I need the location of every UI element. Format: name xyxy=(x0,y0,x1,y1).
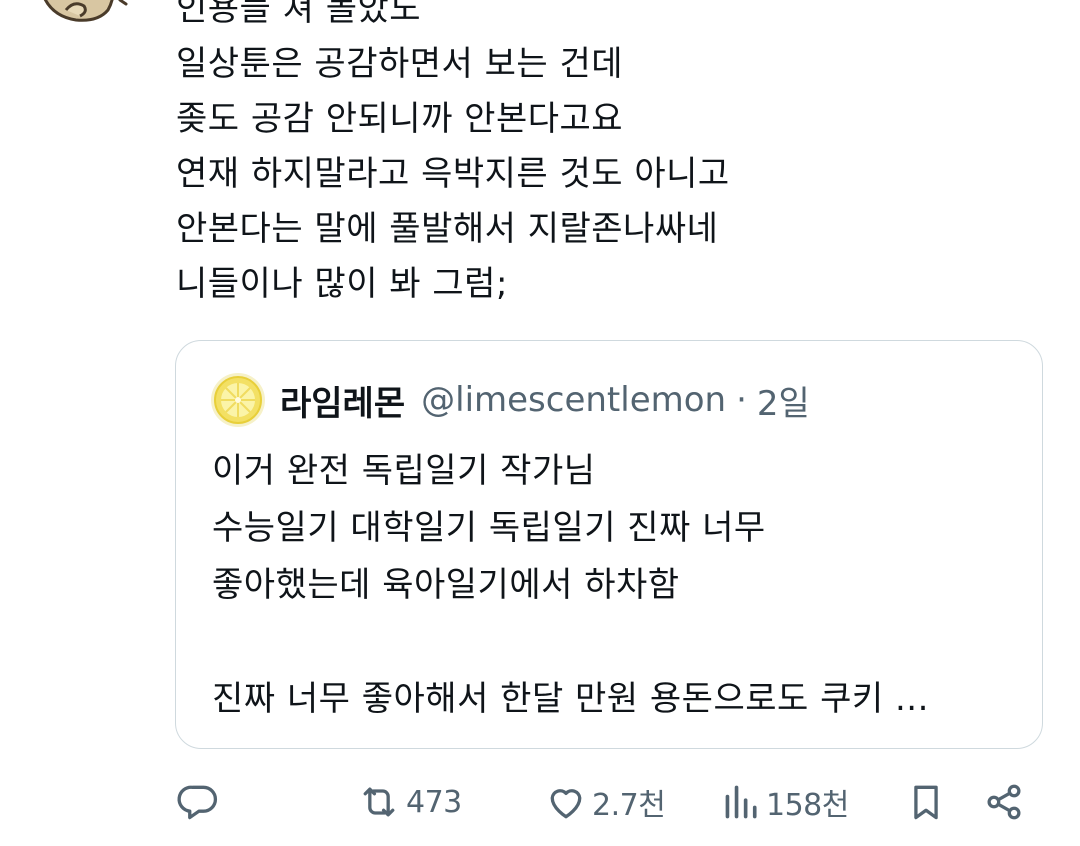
quoted-line: 좋아했는데 육아일기에서 하차함 xyxy=(212,565,680,605)
quoted-author-avatar[interactable] xyxy=(210,372,266,428)
reply-button[interactable] xyxy=(176,780,220,824)
separator-dot: · xyxy=(736,380,747,420)
quoted-author-handle[interactable]: @limescentlemon xyxy=(421,380,726,420)
quoted-line: 수능일기 대학일기 독립일기 진짜 너무 xyxy=(212,508,766,548)
quoted-tweet-header: 라임레몬 @limescentlemon · 2일 xyxy=(210,371,810,429)
tweet-line: 좆도 공감 안되니까 안본다고요 xyxy=(176,99,624,139)
tweet-line: 안본다는 말에 풀발해서 지랄존나싸네 xyxy=(176,209,719,249)
like-button[interactable]: 2.7천 xyxy=(544,780,666,824)
views-count: 158천 xyxy=(766,788,849,823)
retweet-count: 473 xyxy=(406,784,462,820)
author-avatar[interactable] xyxy=(36,0,136,44)
tweet-line: 연재 하지말라고 윽박지른 것도 아니고 xyxy=(176,154,730,194)
bookmark-button[interactable] xyxy=(904,780,948,824)
quoted-line: 이거 완전 독립일기 작가님 xyxy=(212,451,596,491)
retweet-icon xyxy=(356,780,402,824)
views-chart-icon xyxy=(722,780,762,824)
quoted-tweet-time[interactable]: 2일 xyxy=(757,376,810,425)
like-count: 2.7천 xyxy=(592,788,666,823)
quoted-tweet-text: 이거 완전 독립일기 작가님 수능일기 대학일기 독립일기 진짜 너무 좋아했는… xyxy=(212,443,1012,728)
quoted-author-name[interactable]: 라임레몬 xyxy=(280,376,405,425)
share-icon xyxy=(982,780,1026,824)
tweet-action-bar: 473 2.7천 158천 xyxy=(0,770,1080,840)
heart-icon xyxy=(544,780,588,824)
share-button[interactable] xyxy=(982,780,1026,824)
quoted-line xyxy=(212,614,1012,671)
quoted-line: 진짜 너무 좋아해서 한달 만원 용돈으로도 쿠키 ... xyxy=(212,679,929,719)
reply-icon xyxy=(176,780,220,824)
tweet-line: 인용들 쳐 돌았노 xyxy=(176,0,422,29)
views-button[interactable]: 158천 xyxy=(722,780,849,824)
bookmark-icon xyxy=(904,780,948,824)
tweet-line: 일상툰은 공감하면서 보는 건데 xyxy=(176,44,624,84)
tweet-text: 인용들 쳐 돌았노 일상툰은 공감하면서 보는 건데 좆도 공감 안되니까 안본… xyxy=(176,0,1056,312)
tweet-line: 니들이나 많이 봐 그럼; xyxy=(176,264,508,304)
retweet-button[interactable]: 473 xyxy=(356,780,462,824)
quoted-tweet-card[interactable]: 라임레몬 @limescentlemon · 2일 이거 완전 독립일기 작가님… xyxy=(175,340,1043,749)
